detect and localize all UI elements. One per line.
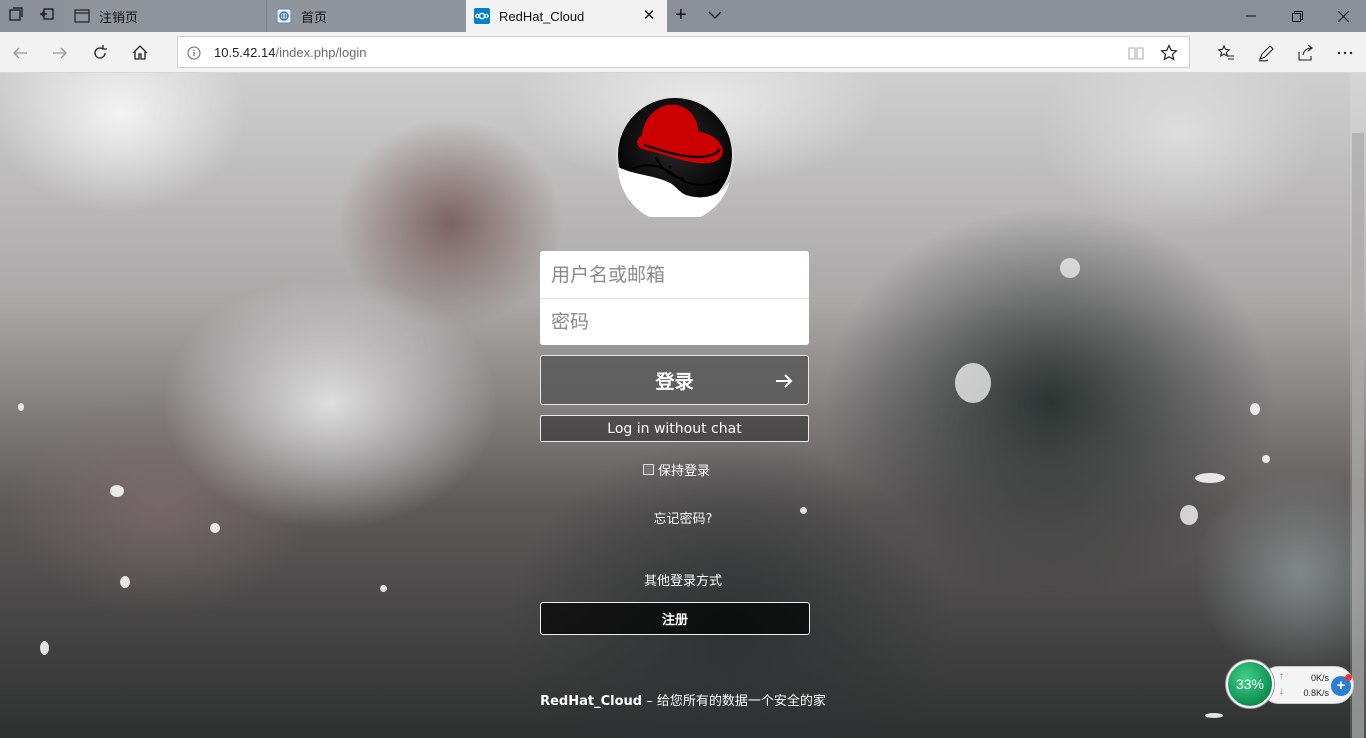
login-button[interactable]: 登录 [540,355,809,405]
login-page: 登录 Log in without chat 保持登录 忘记密码? 其他登录方式… [0,73,1366,738]
remember-me[interactable]: 保持登录 [643,460,710,479]
login-button-label: 登录 [655,370,694,393]
globe-icon [276,8,292,24]
url-path: /index.php/login [275,45,367,60]
lost-password-link[interactable]: 忘记密码? [0,508,1366,527]
share-icon[interactable] [1293,41,1317,65]
scrollbar[interactable] [1350,73,1366,738]
snowflake [1195,473,1225,483]
netmon-panel: ↑ 0K/s ↓ 0.8K/s + [1260,666,1354,704]
register-label: 注册 [661,613,688,628]
tab-title: 注销页 [99,9,139,25]
snowflake [18,403,24,411]
tab-strip: 注销页 首页 RedHat_Cloud ✕ + [0,0,1366,32]
tab-home[interactable]: 首页 [266,0,466,32]
url-text[interactable]: 10.5.42.14/index.php/login [214,45,367,60]
snowflake [40,641,49,655]
tab-title: RedHat_Cloud [499,8,585,24]
info-icon[interactable] [187,46,201,60]
reading-view-icon[interactable] [1126,43,1146,63]
footer-brand[interactable]: RedHat_Cloud [540,694,642,709]
tab-redhat-cloud[interactable]: RedHat_Cloud ✕ [466,0,667,32]
close-window-icon[interactable] [1320,0,1366,32]
register-button[interactable]: 注册 [540,602,810,635]
address-bar[interactable]: 10.5.42.14/index.php/login [177,36,1190,68]
snowflake [1262,455,1270,463]
forward-arrow-icon[interactable] [48,41,72,65]
new-tab-icon[interactable]: + [675,5,687,25]
footer: RedHat_Cloud – 给您所有的数据一个安全的家 [0,690,1366,709]
favorites-list-icon[interactable] [1214,41,1238,65]
refresh-icon[interactable] [88,41,112,65]
more-menu-icon[interactable] [1333,41,1357,65]
set-aside-tabs-icon[interactable] [37,6,57,26]
page-icon [74,8,90,24]
login-without-chat-button[interactable]: Log in without chat [540,415,809,442]
download-speed: 0.8K/s [1303,688,1329,698]
chevron-down-icon[interactable] [707,7,725,23]
minimize-icon[interactable] [1228,0,1274,32]
remember-label: 保持登录 [658,464,711,479]
scrollbar-thumb[interactable] [1352,133,1364,738]
snowflake [110,485,124,497]
arrow-right-icon [776,374,793,388]
nextcloud-icon [474,8,490,24]
pen-icon[interactable] [1254,41,1278,65]
login-fields [540,251,809,345]
home-icon[interactable] [128,41,152,65]
restore-icon[interactable] [1274,0,1320,32]
username-input[interactable] [540,251,809,298]
favorite-star-icon[interactable] [1159,43,1179,63]
password-input[interactable] [540,298,809,345]
url-host: 10.5.42.14 [214,45,276,60]
remember-checkbox[interactable] [643,464,654,475]
back-arrow-icon[interactable] [8,41,32,65]
notification-dot [1345,674,1352,681]
tab-logout[interactable]: 注销页 [64,0,266,32]
network-monitor-widget[interactable]: ↑ 0K/s ↓ 0.8K/s + 33% [1226,660,1354,708]
upload-speed: 0K/s [1310,673,1329,683]
snowflake [1205,713,1223,718]
snowflake [955,363,991,403]
alternative-logins-label: 其他登录方式 [643,574,722,589]
nochat-label: Log in without chat [607,420,742,437]
snowflake [1060,258,1080,278]
close-tab-icon[interactable]: ✕ [641,8,657,24]
footer-slogan: – 给您所有的数据一个安全的家 [642,694,826,709]
snowflake [1250,403,1260,415]
navigation-bar: 10.5.42.14/index.php/login [0,32,1366,73]
memory-usage-gauge[interactable]: 33% [1226,660,1274,708]
tab-manager-icon[interactable] [6,6,26,26]
tab-title: 首页 [301,9,328,25]
redhat-logo [616,97,734,217]
